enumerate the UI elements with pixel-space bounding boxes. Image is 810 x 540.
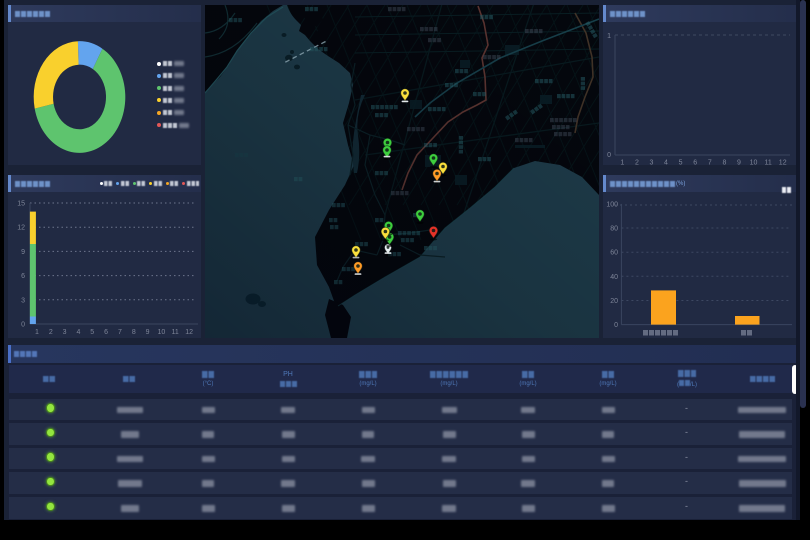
svg-text:6: 6 — [21, 273, 25, 280]
svg-text:9: 9 — [737, 160, 741, 166]
svg-text:7: 7 — [708, 160, 712, 166]
svg-text:1: 1 — [620, 160, 624, 166]
svg-text:5: 5 — [90, 329, 94, 336]
svg-text:4: 4 — [76, 329, 80, 336]
svg-text:12: 12 — [17, 225, 25, 232]
svg-text:12: 12 — [779, 160, 787, 166]
svg-text:8: 8 — [132, 329, 136, 336]
svg-text:10: 10 — [750, 160, 758, 166]
svg-text:1: 1 — [607, 33, 611, 40]
svg-text:100: 100 — [606, 201, 618, 208]
svg-text:11: 11 — [764, 160, 771, 166]
svg-text:40: 40 — [610, 274, 618, 281]
svg-text:4: 4 — [664, 160, 668, 166]
svg-text:3: 3 — [21, 297, 25, 304]
svg-text:10: 10 — [158, 329, 166, 336]
svg-text:7: 7 — [118, 329, 122, 336]
svg-text:9: 9 — [146, 329, 150, 336]
svg-text:3: 3 — [63, 329, 67, 336]
svg-text:80: 80 — [610, 226, 618, 233]
svg-text:2: 2 — [635, 160, 639, 166]
svg-text:3: 3 — [650, 160, 654, 166]
svg-text:8: 8 — [722, 160, 726, 166]
svg-text:0: 0 — [21, 322, 25, 329]
svg-text:12: 12 — [185, 329, 193, 336]
svg-text:60: 60 — [610, 250, 618, 257]
svg-text:0: 0 — [607, 152, 611, 159]
svg-text:6: 6 — [104, 329, 108, 336]
svg-text:9: 9 — [21, 249, 25, 256]
svg-text:6: 6 — [693, 160, 697, 166]
svg-text:1: 1 — [35, 329, 39, 336]
svg-text:5: 5 — [679, 160, 683, 166]
svg-text:0: 0 — [614, 322, 618, 329]
svg-text:15: 15 — [17, 201, 25, 208]
svg-text:11: 11 — [172, 329, 179, 336]
svg-text:20: 20 — [610, 298, 618, 305]
svg-text:2: 2 — [49, 329, 53, 336]
